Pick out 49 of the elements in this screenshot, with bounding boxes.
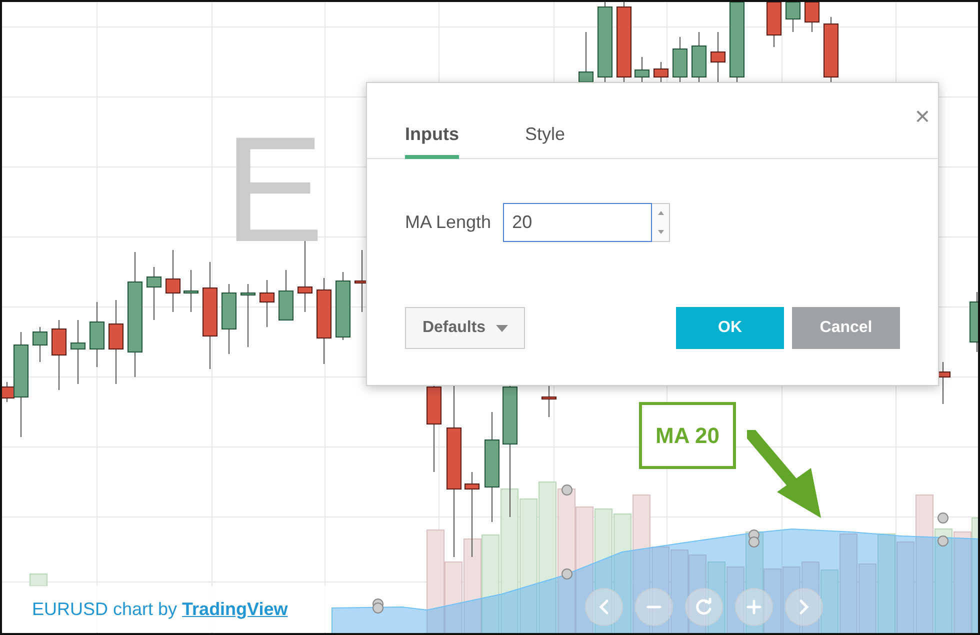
caret-icon [496,324,508,332]
candle [278,270,294,320]
candle [260,280,274,328]
candle [766,2,782,48]
marker-dot [938,512,948,524]
dialog-tab[interactable]: Inputs [405,124,459,159]
chart-nav-button[interactable] [635,588,673,626]
candle [634,56,650,82]
candle [184,270,198,312]
candle [240,284,256,348]
chart-nav-button[interactable] [685,588,723,626]
marker-dot [372,602,384,614]
candle [146,266,162,320]
field-label: MA Length [405,212,492,233]
candle [970,292,978,352]
candle [786,2,800,32]
chart-nav-button[interactable] [735,588,773,626]
candle [672,36,688,82]
candle [336,272,350,340]
marker-dot [562,484,572,496]
chart-nav-button[interactable] [585,588,623,626]
candle [52,320,66,390]
minus-icon [646,605,662,609]
callout-label: MA 20 [639,402,736,469]
candle [222,284,236,354]
length-field[interactable]: 20 [503,203,652,242]
down-arrow-icon [658,230,664,234]
candle [654,62,668,82]
candle [824,16,838,82]
chevron-left-icon [597,599,611,615]
up-arrow-icon [658,211,664,216]
chevron-right-icon [797,599,811,615]
refresh-icon [695,598,713,616]
chart-nav-button[interactable] [785,588,823,626]
candle [166,250,180,312]
tradingview-link[interactable]: TradingView [182,598,288,620]
candle [32,326,48,362]
dialog-tab[interactable]: Style [525,124,566,159]
defaults-button[interactable]: Defaults [405,307,525,349]
candle [804,2,820,32]
plus-icon [746,599,762,615]
attribution-text: EURUSD chart by [32,598,178,620]
close-button[interactable]: × [908,103,936,129]
candle [90,302,104,368]
candle [710,32,726,82]
candle [692,32,706,82]
candle [70,320,86,384]
stepper-button[interactable] [652,203,670,242]
chart-watermark: E [224,114,324,264]
